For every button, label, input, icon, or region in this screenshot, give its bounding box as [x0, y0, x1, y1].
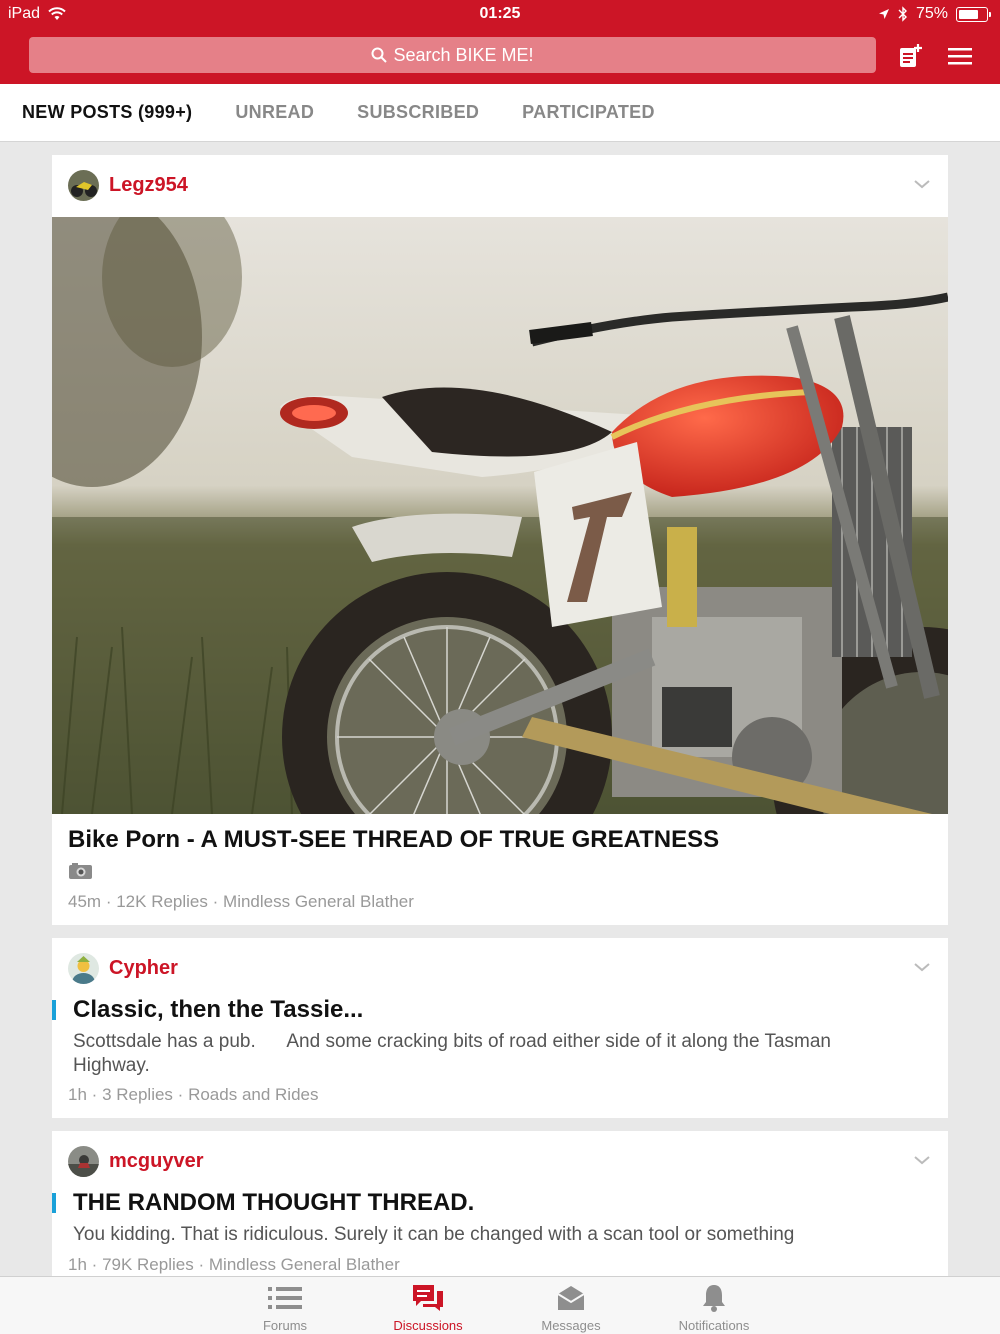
- post-meta: 1h · 3 Replies · Roads and Rides: [68, 1085, 319, 1105]
- separator: ·: [212, 892, 219, 911]
- search-input[interactable]: Search BIKE ME!: [29, 37, 876, 73]
- new-post-button[interactable]: [896, 42, 924, 70]
- tab-participated[interactable]: PARTICIPATED: [522, 102, 655, 123]
- nav-label: Notifications: [678, 1318, 750, 1333]
- discussions-icon: [413, 1285, 443, 1311]
- hamburger-icon: [948, 48, 972, 65]
- separator: ·: [91, 1085, 98, 1104]
- thread-title[interactable]: Bike Porn - A MUST-SEE THREAD OF TRUE GR…: [68, 826, 719, 854]
- reply-count: 3 Replies: [102, 1085, 173, 1104]
- forum-name[interactable]: Mindless General Blather: [209, 1255, 400, 1274]
- nav-label: Discussions: [393, 1318, 463, 1333]
- post-meta: 45m · 12K Replies · Mindless General Bla…: [68, 892, 414, 912]
- post-time: 1h: [68, 1085, 87, 1104]
- post-author[interactable]: Legz954: [68, 170, 188, 201]
- app-header: Search BIKE ME!: [0, 28, 1000, 84]
- nav-label: Messages: [541, 1318, 601, 1333]
- post-preview: Scottsdale has a pub. And some cracking …: [73, 1031, 837, 1076]
- tab-new-posts[interactable]: NEW POSTS (999+): [22, 102, 192, 123]
- post-preview: You kidding. That is ridiculous. Surely …: [73, 1224, 795, 1245]
- avatar: [68, 1146, 99, 1177]
- post-meta: 1h · 79K Replies · Mindless General Blat…: [68, 1255, 400, 1275]
- thread-title[interactable]: Classic, then the Tassie...: [73, 996, 363, 1024]
- post-time: 45m: [68, 892, 102, 911]
- reply-count: 79K Replies: [102, 1255, 194, 1274]
- username: Legz954: [109, 174, 188, 196]
- reply-count: 12K Replies: [116, 892, 208, 911]
- camera-icon: [69, 863, 92, 879]
- username: mcguyver: [109, 1150, 204, 1172]
- avatar: [68, 170, 99, 201]
- post-card[interactable]: Cypher Classic, then the Tassie... Scott…: [52, 938, 948, 1118]
- location-icon: [878, 9, 889, 19]
- nav-forums[interactable]: Forums: [230, 1277, 340, 1334]
- nav-discussions[interactable]: Discussions: [373, 1277, 483, 1334]
- post-image[interactable]: [52, 217, 948, 814]
- chevron-down-icon[interactable]: [912, 960, 932, 974]
- avatar: [68, 953, 99, 984]
- tab-subscribed[interactable]: SUBSCRIBED: [357, 102, 479, 123]
- unread-indicator: [52, 1000, 56, 1020]
- search-placeholder: Search BIKE ME!: [393, 44, 534, 65]
- nav-label: Forums: [262, 1318, 308, 1333]
- search-icon: [371, 47, 388, 63]
- tab-bar: NEW POSTS (999+) UNREAD SUBSCRIBED PARTI…: [0, 84, 1000, 142]
- bell-icon: [703, 1285, 725, 1312]
- post-card[interactable]: Legz954 Bike Porn - A MUST-SEE THREAD OF…: [52, 155, 948, 925]
- bluetooth-icon: [898, 6, 907, 22]
- forum-name[interactable]: Mindless General Blather: [223, 892, 414, 911]
- status-time: 01:25: [479, 5, 521, 22]
- unread-indicator: [52, 1193, 56, 1213]
- list-icon: [268, 1287, 302, 1309]
- thread-title[interactable]: THE RANDOM THOUGHT THREAD.: [73, 1189, 474, 1217]
- menu-button[interactable]: [946, 42, 974, 70]
- nav-messages[interactable]: Messages: [516, 1277, 626, 1334]
- envelope-icon: [557, 1286, 585, 1310]
- status-bar: iPad 01:25 75%: [0, 0, 1000, 28]
- new-post-icon: [900, 44, 922, 67]
- tab-unread[interactable]: UNREAD: [235, 102, 314, 123]
- separator: ·: [198, 1255, 205, 1274]
- battery-percent: 75%: [915, 5, 948, 22]
- chevron-down-icon[interactable]: [912, 1153, 932, 1167]
- post-author[interactable]: Cypher: [68, 953, 178, 984]
- separator: ·: [91, 1255, 98, 1274]
- post-time: 1h: [68, 1255, 87, 1274]
- post-author[interactable]: mcguyver: [68, 1146, 204, 1177]
- nav-notifications[interactable]: Notifications: [659, 1277, 769, 1334]
- forum-name[interactable]: Roads and Rides: [188, 1085, 318, 1104]
- username: Cypher: [109, 957, 178, 979]
- post-card[interactable]: mcguyver THE RANDOM THOUGHT THREAD. You …: [52, 1131, 948, 1276]
- separator: ·: [105, 892, 112, 911]
- bottom-nav: Forums Discussions Messages Notification…: [0, 1276, 1000, 1334]
- chevron-down-icon[interactable]: [912, 177, 932, 191]
- separator: ·: [177, 1085, 184, 1104]
- battery-icon: [956, 6, 991, 22]
